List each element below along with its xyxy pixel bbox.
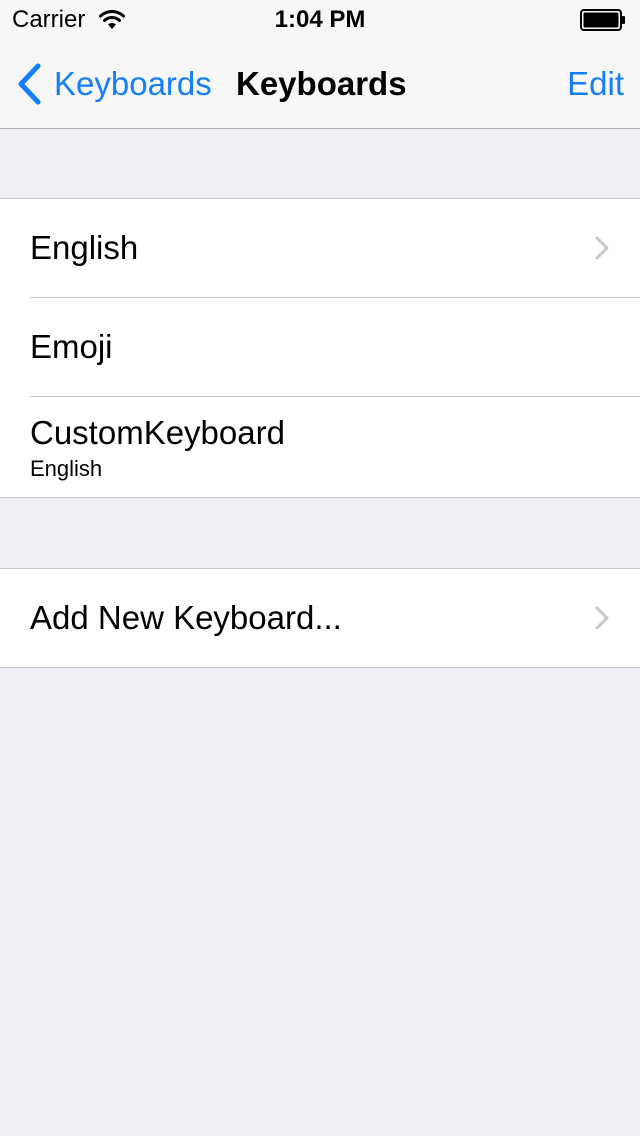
keyboard-row-english[interactable]: English (0, 199, 640, 298)
keyboard-row-emoji[interactable]: Emoji (0, 298, 640, 397)
top-bar: Carrier 1:04 PM Keyboards Keyboards Edit (0, 0, 640, 129)
keyboards-list: English Emoji CustomKeyboard English (0, 198, 640, 498)
add-new-keyboard-row[interactable]: Add New Keyboard... (0, 569, 640, 667)
add-keyboard-section: Add New Keyboard... (0, 568, 640, 668)
back-button-label: Keyboards (54, 65, 212, 102)
chevron-right-icon (595, 606, 609, 630)
status-time: 1:04 PM (274, 6, 366, 33)
keyboard-row-customkeyboard[interactable]: CustomKeyboard English (0, 397, 640, 495)
keyboard-label: Emoji (30, 328, 113, 365)
keyboard-label: English (30, 229, 139, 266)
status-bar: Carrier 1:04 PM (0, 0, 640, 40)
keyboard-detail: English (30, 456, 103, 481)
battery-icon (580, 9, 625, 31)
edit-button[interactable]: Edit (567, 60, 624, 108)
navigation-bar: Keyboards Keyboards Edit (0, 40, 640, 128)
keyboard-label: CustomKeyboard (30, 414, 285, 451)
back-button[interactable]: Keyboards (14, 60, 212, 108)
chevron-right-icon (595, 236, 609, 260)
add-keyboard-label: Add New Keyboard... (30, 599, 342, 636)
page-title: Keyboards (236, 65, 407, 102)
chevron-left-icon (18, 63, 41, 105)
